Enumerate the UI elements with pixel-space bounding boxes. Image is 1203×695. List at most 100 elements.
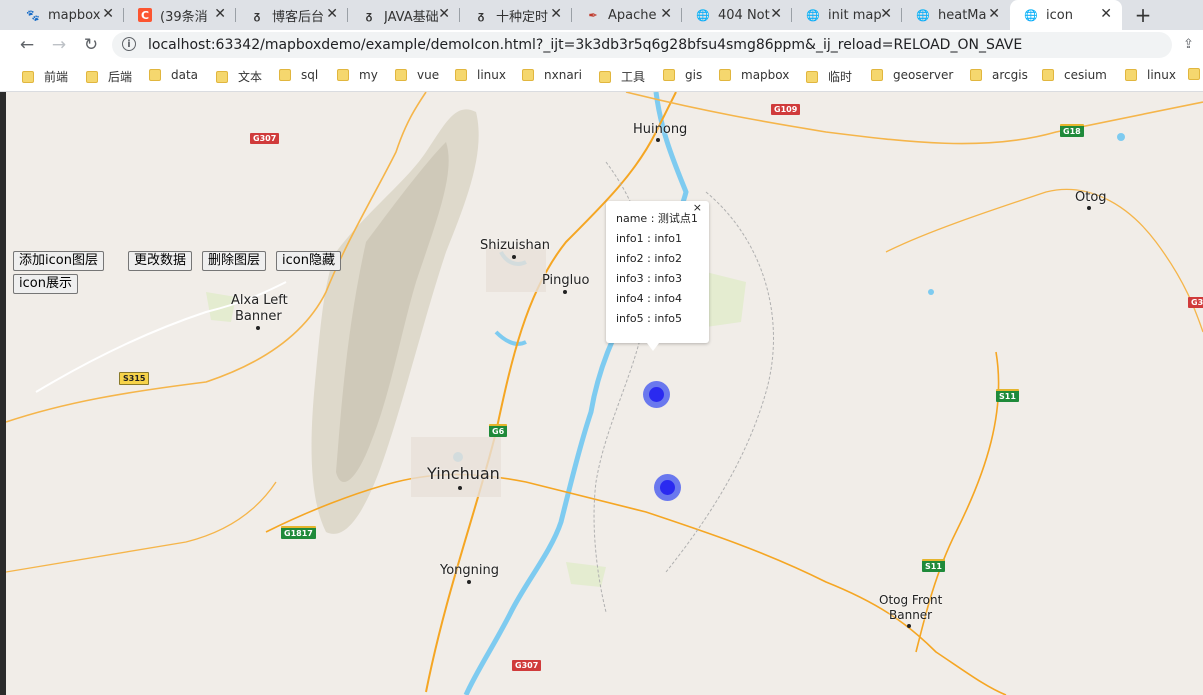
tab-java[interactable]: ᵹ JAVA基础 ✕ [348, 0, 460, 30]
bookmark-folder[interactable]: 工具 [599, 68, 645, 85]
place-label: Yongning [440, 563, 500, 578]
csdn-icon: C [138, 8, 152, 22]
road-shield-g109: G109 [771, 104, 801, 115]
road-shield-s11: S11 [922, 559, 945, 572]
tab-mapbox[interactable]: 🐾 mapbox ✕ [12, 0, 124, 30]
bookmark-label: geoserver [893, 68, 954, 82]
hide-icon-button[interactable]: icon隐藏 [276, 251, 341, 271]
info-icon[interactable]: i [122, 37, 136, 51]
url-text[interactable]: localhost:63342/mapboxdemo/example/demoI… [148, 37, 1022, 53]
bookmark-folder[interactable]: 后端 [86, 68, 132, 85]
popup-close-icon[interactable]: × [693, 201, 702, 214]
popup-key: info2 [616, 252, 644, 265]
bookmark-label: 后端 [108, 70, 133, 84]
popup-key: info1 [616, 232, 644, 245]
bookmark-folder[interactable]: linux [1125, 68, 1176, 82]
road-shield-s315: S315 [119, 372, 150, 385]
place-label: Yinchuan [427, 464, 500, 483]
popup-key: name [616, 212, 648, 225]
bookmark-folder[interactable]: mapbox [719, 68, 789, 82]
popup-key: info5 [616, 312, 644, 325]
folder-icon [216, 70, 228, 83]
folder-icon [455, 69, 467, 81]
road-shield-g1817: G1817 [281, 526, 316, 539]
bookmark-folder[interactable]: my [337, 68, 378, 82]
tab-label: 博客后台 [272, 9, 325, 25]
city-dot [458, 486, 462, 490]
place-label: Otog [1075, 190, 1107, 205]
cnblogs-icon: ᵹ [477, 8, 485, 22]
tab-icon[interactable]: 🌐 icon ✕ [1010, 0, 1122, 30]
place-label: Otog Front [879, 593, 943, 607]
tab-apache[interactable]: ✒ Apache ✕ [572, 0, 682, 30]
bookmark-folder[interactable]: geoserver [871, 68, 953, 82]
bookmark-folder[interactable]: linux [455, 68, 506, 82]
bookmark-label: data [171, 68, 199, 82]
place-label: Banner [889, 608, 933, 622]
marker-core [660, 480, 675, 495]
bookmark-folder[interactable]: nxnari [522, 68, 582, 82]
folder-icon [871, 69, 883, 81]
bookmark-label: arcgis [992, 68, 1028, 82]
place-label: Pingluo [542, 273, 590, 288]
tab-label: 十种定时 [496, 9, 549, 25]
new-tab-button[interactable]: + [1130, 0, 1156, 30]
folder-icon [22, 70, 34, 83]
bookmark-folder[interactable]: gis [663, 68, 702, 82]
delete-layer-button[interactable]: 删除图层 [202, 251, 267, 271]
close-tab-icon[interactable]: ✕ [988, 6, 1000, 22]
globe-icon: 🌐 [1024, 8, 1038, 22]
bookmark-folder[interactable]: data [149, 68, 198, 82]
close-tab-icon[interactable]: ✕ [326, 6, 338, 22]
close-tab-icon[interactable]: ✕ [660, 6, 672, 22]
forward-arrow-icon[interactable]: → [48, 34, 70, 56]
close-tab-icon[interactable]: ✕ [214, 6, 226, 22]
folder-icon [1188, 68, 1200, 80]
tab-blog-admin[interactable]: ᵹ 博客后台 ✕ [236, 0, 348, 30]
tab-timers[interactable]: ᵹ 十种定时 ✕ [460, 0, 572, 30]
close-tab-icon[interactable]: ✕ [438, 6, 450, 22]
close-tab-icon[interactable]: ✕ [102, 6, 114, 22]
reload-icon[interactable]: ↻ [80, 34, 102, 56]
close-tab-icon[interactable]: ✕ [1100, 6, 1112, 22]
add-icon-layer-button[interactable]: 添加icon图层 [13, 251, 104, 271]
bookmark-folder[interactable]: 前端 [22, 68, 68, 85]
bookmark-folder[interactable]: 文本 [216, 68, 262, 85]
tab-csdn[interactable]: C (39条消 ✕ [124, 0, 236, 30]
folder-icon [395, 69, 407, 81]
cnblogs-icon: ᵹ [253, 8, 261, 22]
popup-row-info4: info4 : info4 [616, 292, 682, 305]
address-bar[interactable]: i localhost:63342/mapboxdemo/example/dem… [112, 32, 1172, 58]
show-icon-button[interactable]: icon展示 [13, 274, 78, 294]
map-canvas[interactable]: G307 G109 G18 S315 G6 S11 G1817 S11 G307… [0, 92, 1203, 695]
road-shield-s11: S11 [996, 389, 1019, 402]
map-marker-point1[interactable] [643, 381, 670, 408]
road-shield-g18: G18 [1060, 124, 1084, 137]
city-dot [1087, 206, 1091, 210]
bookmark-folder[interactable] [1188, 68, 1203, 80]
bookmark-folder[interactable]: vue [395, 68, 439, 82]
close-tab-icon[interactable]: ✕ [880, 6, 892, 22]
globe-icon: 🌐 [696, 8, 710, 22]
window-edge [0, 92, 6, 695]
close-tab-icon[interactable]: ✕ [770, 6, 782, 22]
bookmark-folder[interactable]: cesium [1042, 68, 1107, 82]
tab-heatmap[interactable]: 🌐 heatMa ✕ [902, 0, 1010, 30]
tab-init-map[interactable]: 🌐 init map ✕ [792, 0, 902, 30]
map-marker-point2[interactable] [654, 474, 681, 501]
popup-value: info5 [654, 312, 682, 325]
marker-core [649, 387, 664, 402]
bookmark-label: sql [301, 68, 319, 82]
bookmark-folder[interactable]: sql [279, 68, 318, 82]
back-arrow-icon[interactable]: ← [16, 34, 38, 56]
bookmark-folder[interactable]: 临时 [806, 68, 852, 85]
basemap [6, 92, 1203, 695]
close-tab-icon[interactable]: ✕ [550, 6, 562, 22]
place-label: Shizuishan [480, 238, 550, 253]
tab-label: JAVA基础 [384, 9, 439, 25]
tab-404[interactable]: 🌐 404 Not ✕ [682, 0, 792, 30]
share-icon[interactable]: ⇪ [1183, 37, 1194, 52]
bookmark-folder[interactable]: arcgis [970, 68, 1028, 82]
tab-label: 404 Not [718, 7, 770, 23]
change-data-button[interactable]: 更改数据 [128, 251, 193, 271]
